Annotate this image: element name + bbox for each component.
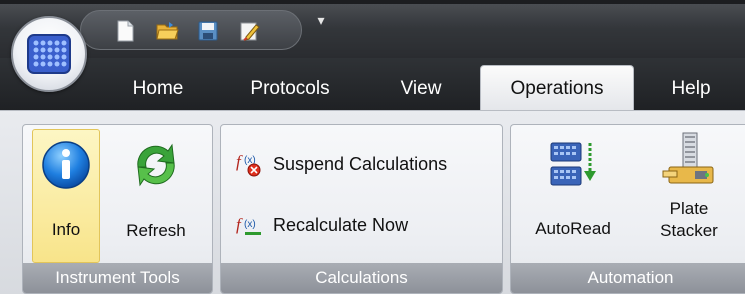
app-window: ▾ Home Protocols View Operations Help In…	[0, 0, 745, 294]
tab-help[interactable]: Help	[656, 58, 726, 110]
group-calculations: f (x) Suspend Calculations f (x) Recalcu…	[220, 124, 503, 294]
microplate-icon	[27, 34, 71, 74]
autoread-label: AutoRead	[535, 219, 611, 238]
autoread-button[interactable]: AutoRead	[523, 129, 623, 263]
refresh-button[interactable]: Refresh	[111, 129, 201, 263]
suspend-function-icon: f (x)	[236, 152, 261, 177]
open-folder-icon[interactable]	[155, 19, 179, 43]
info-icon	[42, 141, 90, 189]
info-button[interactable]: Info	[32, 129, 100, 263]
recalculate-function-icon: f (x)	[236, 215, 261, 235]
refresh-icon	[137, 143, 175, 187]
group-label: Instrument Tools	[23, 263, 212, 293]
save-icon[interactable]	[196, 19, 220, 43]
plate-stacker-button[interactable]: Plate Stacker	[633, 129, 745, 263]
application-button[interactable]	[11, 16, 87, 92]
plate-stacker-label-line2: Stacker	[660, 221, 718, 240]
autoread-icon	[550, 142, 596, 186]
tab-operations[interactable]: Operations	[480, 65, 634, 111]
svg-text:f: f	[236, 152, 243, 171]
tab-view[interactable]: View	[382, 58, 460, 110]
svg-text:(x): (x)	[244, 219, 256, 230]
info-label: Info	[51, 220, 81, 239]
edit-document-icon[interactable]	[238, 19, 262, 43]
refresh-label: Refresh	[126, 221, 186, 240]
quick-access-toolbar	[80, 10, 302, 50]
group-automation: AutoRead Plate Stacker Automation	[510, 124, 745, 294]
tab-protocols[interactable]: Protocols	[234, 58, 346, 110]
tab-home[interactable]: Home	[118, 58, 198, 110]
group-label: Automation	[511, 263, 745, 293]
new-file-icon[interactable]	[113, 19, 137, 43]
recalculate-now-label: Recalculate Now	[273, 215, 409, 235]
group-instrument-tools: Info Refresh Instrument Tools	[22, 124, 213, 294]
plate-stacker-label-line1: Plate	[669, 199, 709, 218]
group-label: Calculations	[221, 263, 502, 293]
svg-text:f: f	[236, 215, 243, 234]
customize-toolbar-dropdown[interactable]: ▾	[313, 8, 329, 32]
suspend-calculations-label: Suspend Calculations	[273, 154, 448, 174]
plate-stacker-icon	[662, 132, 714, 184]
